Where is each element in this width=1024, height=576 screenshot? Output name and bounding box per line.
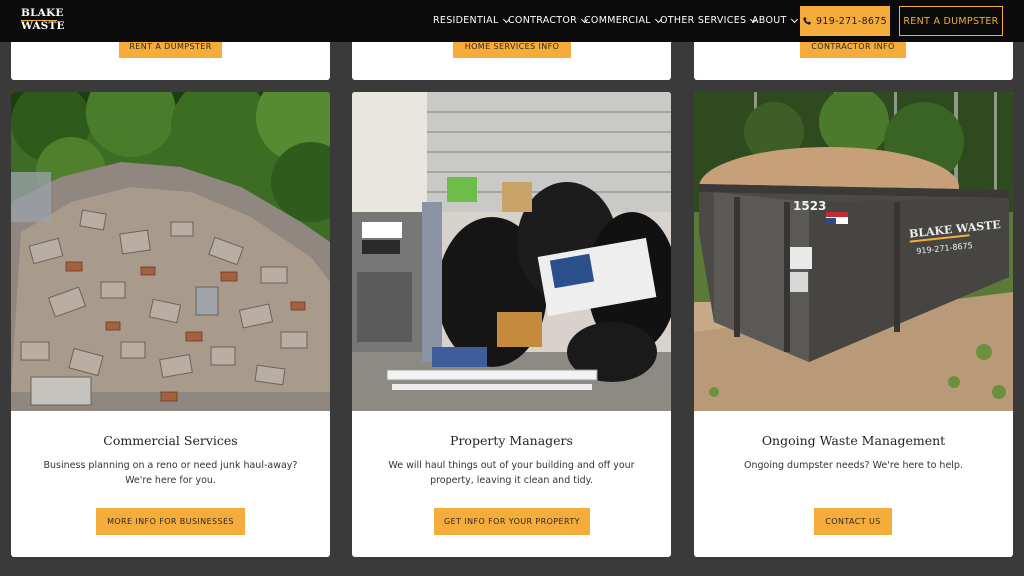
nav-other-services[interactable]: OTHER SERVICES	[660, 15, 758, 26]
phone-icon	[803, 17, 811, 25]
nav-about-label: ABOUT	[752, 15, 787, 26]
phone-number: 919-271-8675	[816, 15, 887, 27]
nav-commercial-label: COMMERCIAL	[584, 15, 651, 26]
nav-other-services-label: OTHER SERVICES	[660, 15, 747, 26]
nav-commercial[interactable]: COMMERCIAL	[584, 15, 662, 26]
nav-contractor[interactable]: CONTRACTOR	[508, 15, 589, 26]
dumpster-number: 1523	[793, 199, 826, 213]
phone-button[interactable]: 919-271-8675	[800, 6, 890, 36]
logo-line-2: WASTE	[21, 20, 65, 32]
card-description: Ongoing dumpster needs? We're here to he…	[744, 460, 963, 471]
card-description: We will haul things out of your building…	[388, 460, 635, 486]
card-commercial-services: Commercial Services Business planning on…	[11, 92, 330, 557]
nav-about[interactable]: ABOUT	[752, 15, 798, 26]
more-info-businesses-button[interactable]: MORE INFO FOR BUSINESSES	[96, 508, 245, 535]
junk-bags-image	[352, 92, 671, 411]
site-logo[interactable]: BLAKE WASTE	[21, 8, 65, 32]
chevron-down-icon	[790, 15, 798, 23]
contact-us-button[interactable]: CONTACT US	[814, 508, 892, 535]
nav-residential[interactable]: RESIDENTIAL	[433, 15, 510, 26]
card-ongoing-waste: 1523 BLAKE WASTE 919-271-8675 Ongoing Wa…	[694, 92, 1013, 557]
rubble-pile-image	[11, 92, 330, 411]
nav-contractor-label: CONTRACTOR	[508, 15, 578, 26]
card-title: Commercial Services	[103, 433, 238, 448]
rent-dumpster-header-button[interactable]: RENT A DUMPSTER	[899, 6, 1003, 36]
nav-residential-label: RESIDENTIAL	[433, 15, 499, 26]
dumpster-image: 1523 BLAKE WASTE 919-271-8675	[694, 92, 1013, 411]
rent-dumpster-label: RENT A DUMPSTER	[903, 15, 999, 27]
card-property-managers: Property Managers We will haul things ou…	[352, 92, 671, 557]
site-header: BLAKE WASTE RESIDENTIAL CONTRACTOR COMME…	[0, 0, 1024, 42]
card-description: Business planning on a reno or need junk…	[43, 460, 298, 486]
get-info-property-button[interactable]: GET INFO FOR YOUR PROPERTY	[434, 508, 590, 535]
card-title: Ongoing Waste Management	[761, 433, 946, 448]
card-title: Property Managers	[450, 433, 573, 448]
